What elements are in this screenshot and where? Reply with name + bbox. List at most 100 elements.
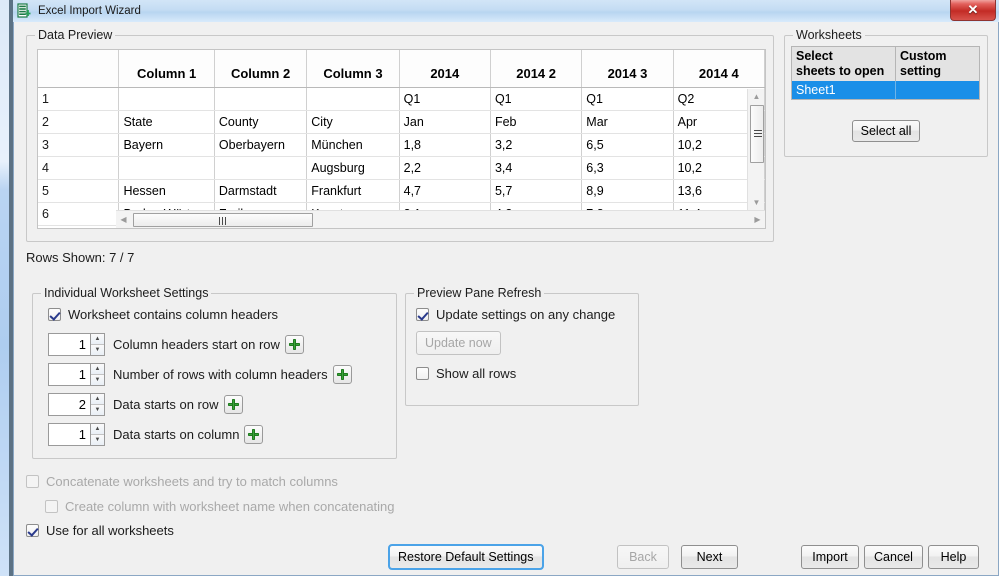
table-cell[interactable]: Bayern bbox=[118, 133, 215, 157]
stepper-down-icon[interactable]: ▼ bbox=[91, 435, 104, 445]
vertical-scroll-thumb[interactable] bbox=[750, 105, 764, 163]
table-cell[interactable]: 1,8 bbox=[399, 133, 491, 157]
stepper-up-icon[interactable]: ▲ bbox=[91, 424, 104, 435]
stepper-down-icon[interactable]: ▼ bbox=[91, 405, 104, 415]
plus-icon-data-starts-on-column[interactable] bbox=[244, 425, 264, 444]
table-vertical-scrollbar[interactable]: ▲ ▼ bbox=[747, 89, 764, 210]
use-for-all-worksheets-checkbox[interactable] bbox=[26, 524, 39, 537]
stepper-buttons[interactable]: ▲ ▼ bbox=[90, 423, 105, 446]
data-starts-on-row-input[interactable] bbox=[48, 393, 90, 416]
table-cell[interactable] bbox=[214, 156, 308, 180]
table-cell[interactable]: 5,7 bbox=[490, 179, 583, 203]
plus-icon-column-headers-start-row[interactable] bbox=[284, 335, 304, 354]
update-now-button[interactable]: Update now bbox=[416, 331, 501, 355]
table-cell[interactable]: County bbox=[214, 110, 308, 134]
table-cell[interactable] bbox=[306, 87, 400, 111]
show-all-rows-row[interactable]: Show all rows bbox=[416, 366, 516, 381]
data-starts-on-column-stepper[interactable]: ▲ ▼ bbox=[48, 423, 105, 446]
update-on-change-row[interactable]: Update settings on any change bbox=[416, 307, 615, 322]
column-headers-start-row-input[interactable] bbox=[48, 333, 90, 356]
table-cell[interactable]: State bbox=[118, 110, 215, 134]
horizontal-scroll-thumb[interactable] bbox=[133, 213, 313, 227]
table-cell[interactable]: Q1 bbox=[399, 87, 491, 111]
plus-icon-number-of-header-rows[interactable] bbox=[332, 365, 352, 384]
table-cell[interactable] bbox=[118, 87, 215, 111]
row-number[interactable]: 4 bbox=[38, 156, 120, 180]
table-cell[interactable]: Q1 bbox=[490, 87, 583, 111]
row-number[interactable]: 3 bbox=[38, 133, 120, 157]
table-corner-cell[interactable] bbox=[38, 50, 120, 88]
table-cell[interactable]: München bbox=[306, 133, 400, 157]
table-cell[interactable]: Q1 bbox=[581, 87, 674, 111]
worksheet-name[interactable]: Sheet1 bbox=[791, 81, 896, 99]
table-cell[interactable]: 2,2 bbox=[399, 156, 491, 180]
back-button[interactable]: Back bbox=[617, 545, 669, 569]
update-on-change-checkbox[interactable] bbox=[416, 308, 429, 321]
table-cell[interactable]: 4,7 bbox=[399, 179, 491, 203]
plus-icon-data-starts-on-row[interactable] bbox=[223, 395, 243, 414]
import-button[interactable]: Import bbox=[801, 545, 859, 569]
table-row[interactable]: 4 Augsburg 2,2 3,4 6,3 10,2 bbox=[38, 156, 765, 180]
stepper-up-icon[interactable]: ▲ bbox=[91, 364, 104, 375]
table-cell[interactable]: Augsburg bbox=[306, 156, 400, 180]
create-column-row[interactable]: Create column with worksheet name when c… bbox=[45, 499, 395, 514]
create-column-checkbox[interactable] bbox=[45, 500, 58, 513]
worksheet-row-sheet1[interactable]: Sheet1 bbox=[791, 81, 980, 99]
table-cell[interactable]: Oberbayern bbox=[214, 133, 308, 157]
table-cell[interactable]: City bbox=[306, 110, 400, 134]
stepper-buttons[interactable]: ▲ ▼ bbox=[90, 393, 105, 416]
table-row[interactable]: 1 Q1 Q1 Q1 Q2 bbox=[38, 87, 765, 111]
table-cell[interactable]: 8,9 bbox=[581, 179, 674, 203]
cancel-button[interactable]: Cancel bbox=[864, 545, 923, 569]
data-starts-on-row-stepper[interactable]: ▲ ▼ bbox=[48, 393, 105, 416]
table-row[interactable]: 2 State County City Jan Feb Mar Apr bbox=[38, 110, 765, 134]
show-all-rows-checkbox[interactable] bbox=[416, 367, 429, 380]
table-cell[interactable]: Darmstadt bbox=[214, 179, 308, 203]
table-cell[interactable]: Hessen bbox=[118, 179, 215, 203]
stepper-up-icon[interactable]: ▲ bbox=[91, 394, 104, 405]
table-cell[interactable]: Feb bbox=[490, 110, 583, 134]
table-cell[interactable]: 6,3 bbox=[581, 156, 674, 180]
help-button[interactable]: Help bbox=[928, 545, 979, 569]
scroll-up-icon[interactable]: ▲ bbox=[748, 89, 765, 104]
scroll-left-icon[interactable]: ◀ bbox=[116, 211, 131, 228]
table-cell[interactable]: 6,5 bbox=[581, 133, 674, 157]
data-starts-on-column-input[interactable] bbox=[48, 423, 90, 446]
worksheet-contains-headers-row[interactable]: Worksheet contains column headers bbox=[48, 307, 278, 322]
table-cell[interactable] bbox=[214, 87, 308, 111]
close-button[interactable]: ✕ bbox=[950, 0, 996, 21]
table-cell[interactable]: Mar bbox=[581, 110, 674, 134]
stepper-up-icon[interactable]: ▲ bbox=[91, 334, 104, 345]
column-header[interactable]: 2014 bbox=[399, 50, 491, 88]
column-header[interactable]: 2014 3 bbox=[581, 50, 674, 88]
worksheet-contains-headers-checkbox[interactable] bbox=[48, 308, 61, 321]
row-number[interactable]: 1 bbox=[38, 87, 120, 111]
column-header[interactable]: 2014 4 bbox=[673, 50, 765, 88]
row-number[interactable]: 2 bbox=[38, 110, 120, 134]
number-of-header-rows-stepper[interactable]: ▲ ▼ bbox=[48, 363, 105, 386]
scroll-down-icon[interactable]: ▼ bbox=[748, 195, 765, 210]
table-row[interactable]: 3 Bayern Oberbayern München 1,8 3,2 6,5 … bbox=[38, 133, 765, 157]
concatenate-worksheets-checkbox[interactable] bbox=[26, 475, 39, 488]
row-number[interactable]: 5 bbox=[38, 179, 120, 203]
scroll-right-icon[interactable]: ▶ bbox=[750, 211, 765, 228]
worksheet-custom-setting[interactable] bbox=[895, 81, 980, 99]
table-cell[interactable]: Jan bbox=[399, 110, 491, 134]
stepper-buttons[interactable]: ▲ ▼ bbox=[90, 363, 105, 386]
concatenate-worksheets-row[interactable]: Concatenate worksheets and try to match … bbox=[26, 474, 338, 489]
number-of-header-rows-input[interactable] bbox=[48, 363, 90, 386]
table-cell[interactable]: Frankfurt bbox=[306, 179, 400, 203]
column-header[interactable]: Column 1 bbox=[118, 50, 215, 88]
stepper-buttons[interactable]: ▲ ▼ bbox=[90, 333, 105, 356]
data-preview-table-container[interactable]: Column 1 Column 2 Column 3 2014 2014 2 2… bbox=[37, 49, 766, 229]
table-cell[interactable]: 3,4 bbox=[490, 156, 583, 180]
row-number[interactable]: 6 bbox=[38, 202, 120, 226]
select-all-button[interactable]: Select all bbox=[851, 120, 921, 142]
column-header[interactable]: Column 2 bbox=[214, 50, 308, 88]
stepper-down-icon[interactable]: ▼ bbox=[91, 345, 104, 355]
column-headers-start-row-stepper[interactable]: ▲ ▼ bbox=[48, 333, 105, 356]
next-button[interactable]: Next bbox=[681, 545, 738, 569]
column-header[interactable]: Column 3 bbox=[306, 50, 400, 88]
table-row[interactable]: 5 Hessen Darmstadt Frankfurt 4,7 5,7 8,9… bbox=[38, 179, 765, 203]
table-cell[interactable]: 3,2 bbox=[490, 133, 583, 157]
